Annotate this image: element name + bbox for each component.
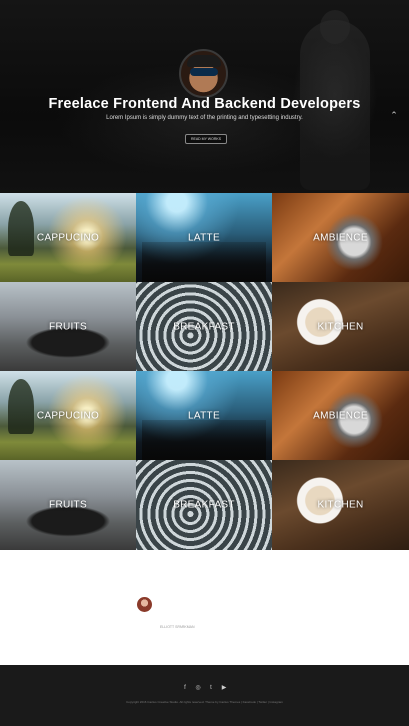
portfolio-gallery: CAPPUCINO LATTE AMBIENCE FRUITS BREAKFAS… xyxy=(0,193,409,550)
gallery-tile-label: KITCHEN xyxy=(317,321,364,332)
gallery-tile-label: AMBIENCE xyxy=(313,410,368,421)
gallery-tile-ambience[interactable]: AMBIENCE xyxy=(272,193,409,282)
hero-subtitle: Lorem Ipsum is simply dummy text of the … xyxy=(106,115,303,121)
gallery-tile-label: CAPPUCINO xyxy=(36,232,100,243)
gallery-tile-label: KITCHEN xyxy=(317,499,364,511)
gallery-tile-label: FRUITS xyxy=(49,321,87,332)
instagram-icon[interactable]: ◎ xyxy=(195,685,202,692)
gallery-tile-cappuccino[interactable]: CAPPUCINO xyxy=(0,371,136,460)
avatar-sunglasses xyxy=(190,68,218,76)
gallery-tile-label: FRUITS xyxy=(49,499,87,511)
gallery-tile-breakfast[interactable]: BREAKFAST xyxy=(136,460,272,550)
gallery-tile-label: LATTE xyxy=(188,410,220,421)
gallery-tile-kitchen[interactable]: KITCHEN xyxy=(272,460,409,550)
gallery-tile-cappuccino[interactable]: CAPPUCINO xyxy=(0,193,136,282)
social-links: f ◎ t ▶ xyxy=(0,685,409,692)
profile-avatar xyxy=(179,49,228,98)
gallery-tile-ambience[interactable]: AMBIENCE xyxy=(272,371,409,460)
gallery-tile-latte[interactable]: LATTE xyxy=(136,371,272,460)
twitter-icon[interactable]: t xyxy=(208,685,215,692)
gallery-tile-breakfast[interactable]: BREAKFAST xyxy=(136,282,272,371)
gallery-tile-label: CAPPUCINO xyxy=(36,410,100,421)
gallery-tile-label: AMBIENCE xyxy=(313,232,368,243)
youtube-icon[interactable]: ▶ xyxy=(221,685,228,692)
avatar-cap xyxy=(187,55,221,67)
copyright-text: Copyright 2016 Cactus Creative Studio. A… xyxy=(126,700,283,704)
testimonial-avatar xyxy=(137,597,152,612)
gallery-tile-fruits[interactable]: FRUITS xyxy=(0,282,136,371)
facebook-icon[interactable]: f xyxy=(182,685,189,692)
read-my-works-button[interactable]: READ MY WORKS xyxy=(185,134,227,144)
hero-section: Freelace Frontend And Backend Developers… xyxy=(0,0,409,193)
gallery-tile-kitchen[interactable]: KITCHEN xyxy=(272,282,409,371)
gallery-tile-label: BREAKFAST xyxy=(173,499,235,511)
gallery-tile-fruits[interactable]: FRUITS xyxy=(0,460,136,550)
gallery-tile-label: BREAKFAST xyxy=(173,321,235,332)
chevron-up-icon[interactable]: ⌃ xyxy=(389,110,399,120)
gallery-tile-label: LATTE xyxy=(188,232,220,243)
footer: f ◎ t ▶ Copyright 2016 Cactus Creative S… xyxy=(0,665,409,726)
testimonial-name: ELLIOTT SPARKMAN xyxy=(160,625,195,629)
gallery-tile-latte[interactable]: LATTE xyxy=(136,193,272,282)
hero-title: Freelace Frontend And Backend Developers xyxy=(48,96,361,112)
testimonial-section: ELLIOTT SPARKMAN xyxy=(0,550,409,665)
